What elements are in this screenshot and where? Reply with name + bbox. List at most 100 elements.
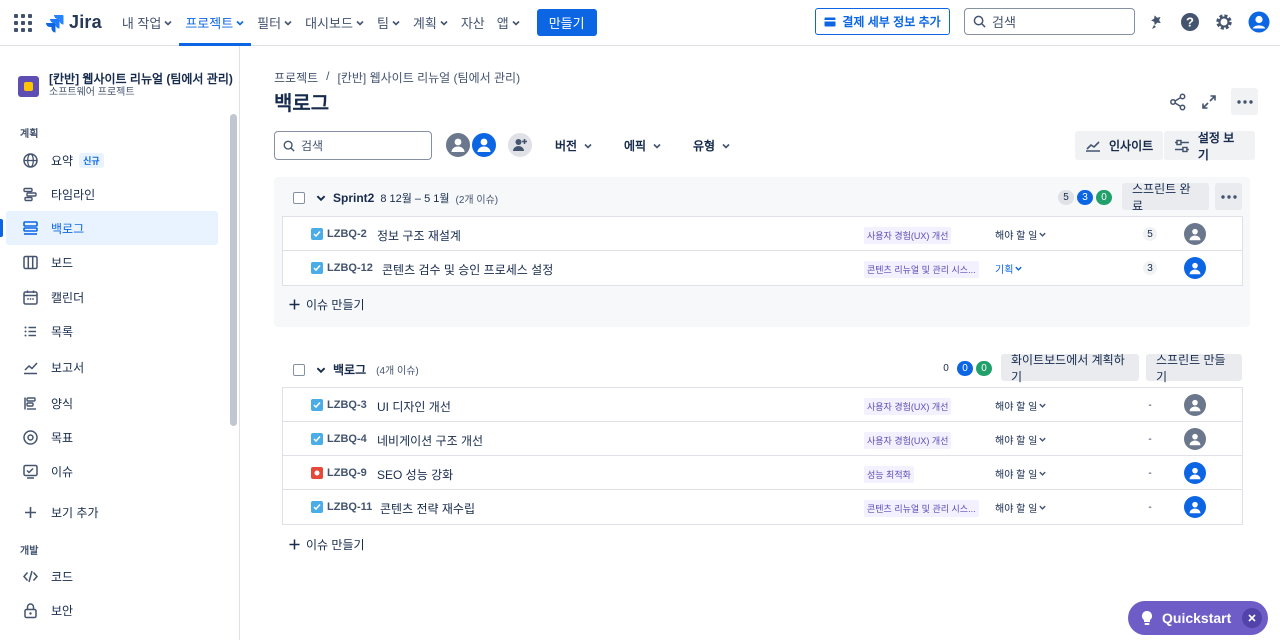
issue-key[interactable]: LZBQ-9 — [327, 467, 367, 479]
view-settings-button[interactable]: 설정 보기 — [1164, 131, 1255, 162]
assignee-filter-avatar-2[interactable] — [470, 131, 498, 159]
status-dropdown[interactable]: 해야 할 일 — [995, 227, 1047, 242]
nav-item-7[interactable]: 앱 — [491, 0, 527, 46]
sidebar-item-3[interactable]: 보드 — [6, 245, 218, 279]
story-points-badge[interactable]: - — [1143, 398, 1157, 412]
assignee-avatar[interactable] — [1184, 223, 1206, 245]
notifications-icon[interactable] — [1148, 13, 1166, 31]
status-dropdown[interactable]: 해야 할 일 — [995, 500, 1047, 515]
backlog-search-input[interactable]: 검색 — [274, 131, 432, 160]
issue-row[interactable]: LZBQ-3 UI 디자인 개선 사용자 경험(UX) 개선 해야 할 일 - — [283, 388, 1242, 422]
sidebar-item-4[interactable]: 캘린더 — [6, 280, 218, 314]
sprint-select-checkbox[interactable] — [293, 192, 305, 204]
issue-key[interactable]: LZBQ-11 — [327, 501, 372, 513]
sidebar-item-7[interactable]: 양식 — [6, 386, 218, 420]
backlog-name[interactable]: 백로그 — [333, 361, 366, 378]
story-points-badge[interactable]: 3 — [1143, 261, 1157, 275]
share-icon[interactable] — [1169, 93, 1187, 111]
insights-button[interactable]: 인사이트 — [1075, 131, 1164, 160]
nav-item-0[interactable]: 내 작업 — [116, 0, 180, 46]
chevron-down-icon[interactable] — [315, 364, 327, 376]
type-filter-button[interactable]: 유형 — [693, 131, 731, 160]
nav-item-5[interactable]: 계획 — [407, 0, 455, 46]
status-dropdown[interactable]: 해야 할 일 — [995, 432, 1047, 447]
issue-summary[interactable]: 정보 구조 재설계 — [377, 227, 461, 244]
fullscreen-icon[interactable] — [1201, 94, 1217, 110]
chevron-down-icon[interactable] — [315, 192, 327, 204]
issue-summary[interactable]: SEO 성능 강화 — [377, 466, 453, 483]
sidebar-item-0[interactable]: 요약 신규 — [6, 143, 218, 177]
nav-item-2[interactable]: 필터 — [251, 0, 299, 46]
sidebar-item-11[interactable]: 코드 — [6, 559, 218, 593]
epic-lozenge[interactable]: 사용자 경험(UX) 개선 — [864, 432, 952, 449]
sidebar-item-1[interactable]: 타임라인 — [6, 177, 218, 211]
jira-logo[interactable]: Jira — [44, 12, 102, 33]
issue-summary[interactable]: 네비게이션 구조 개선 — [377, 432, 483, 449]
issue-row[interactable]: LZBQ-9 SEO 성능 강화 성능 최적화 해야 할 일 - — [283, 456, 1242, 490]
story-points-badge[interactable]: - — [1143, 466, 1157, 480]
nav-item-4[interactable]: 팀 — [371, 0, 407, 46]
sidebar-scrollbar[interactable] — [230, 114, 237, 426]
more-actions-button[interactable] — [1231, 88, 1258, 115]
issue-key[interactable]: LZBQ-4 — [327, 433, 367, 445]
project-header[interactable]: [칸반] 웹사이트 리뉴얼 (팀에서 관리) 소프트웨어 프로젝트 — [18, 72, 233, 99]
nav-item-6[interactable]: 자산 — [455, 0, 491, 46]
assignee-avatar[interactable] — [1184, 428, 1206, 450]
breadcrumb-project[interactable]: [칸반] 웹사이트 리뉴얼 (팀에서 관리) — [338, 69, 521, 86]
issue-row[interactable]: LZBQ-2 정보 구조 재설계 사용자 경험(UX) 개선 해야 할 일 5 — [283, 217, 1242, 251]
global-search-input[interactable]: 검색 — [964, 8, 1135, 35]
sprint-more-button[interactable] — [1215, 183, 1242, 210]
complete-sprint-button[interactable]: 스프린트 완료 — [1122, 182, 1209, 213]
story-points-badge[interactable]: - — [1143, 432, 1157, 446]
sidebar-item-10[interactable]: 보기 추가 — [6, 495, 218, 529]
status-dropdown[interactable]: 해야 할 일 — [995, 398, 1047, 413]
backlog-select-checkbox[interactable] — [293, 363, 305, 376]
sidebar-item-2[interactable]: 백로그 — [0, 211, 218, 245]
issue-key[interactable]: LZBQ-2 — [327, 228, 367, 240]
epic-lozenge[interactable]: 성능 최적화 — [864, 466, 914, 483]
story-points-badge[interactable]: 5 — [1143, 227, 1157, 241]
app-switcher-icon[interactable] — [12, 12, 34, 34]
sidebar-item-12[interactable]: 보안 — [6, 593, 218, 627]
profile-avatar-icon[interactable] — [1248, 11, 1270, 33]
sprint-create-issue-button[interactable]: 이슈 만들기 — [289, 296, 365, 313]
create-sprint-button[interactable]: 스프린트 만들기 — [1146, 353, 1242, 384]
issue-summary[interactable]: UI 디자인 개선 — [377, 398, 451, 415]
issue-summary[interactable]: 콘텐츠 검수 및 승인 프로세스 설정 — [382, 261, 553, 278]
sidebar-item-8[interactable]: 목표 — [6, 420, 218, 454]
help-icon[interactable]: ? — [1180, 12, 1200, 32]
add-people-button[interactable] — [506, 131, 534, 159]
assignee-filter-avatar-1[interactable] — [444, 131, 472, 159]
sidebar-item-6[interactable]: 보고서 — [6, 350, 218, 384]
nav-item-1[interactable]: 프로젝트 — [179, 0, 252, 46]
settings-gear-icon[interactable] — [1214, 12, 1234, 32]
issue-key[interactable]: LZBQ-3 — [327, 399, 367, 411]
quickstart-close-button[interactable] — [1242, 608, 1262, 628]
quickstart-button[interactable]: Quickstart — [1128, 601, 1268, 635]
assignee-avatar[interactable] — [1184, 462, 1206, 484]
assignee-avatar[interactable] — [1184, 394, 1206, 416]
issue-row[interactable]: LZBQ-4 네비게이션 구조 개선 사용자 경험(UX) 개선 해야 할 일 - — [283, 422, 1242, 456]
issue-key[interactable]: LZBQ-12 — [327, 262, 373, 274]
assignee-avatar[interactable] — [1184, 257, 1206, 279]
sidebar-item-5[interactable]: 목록 — [6, 314, 218, 348]
assignee-avatar[interactable] — [1184, 496, 1206, 518]
epic-filter-button[interactable]: 에픽 — [624, 131, 662, 160]
nav-item-3[interactable]: 대시보드 — [299, 0, 371, 46]
issue-row[interactable]: LZBQ-11 콘텐츠 전략 재수립 콘텐츠 리뉴얼 및 관리 시스... 해야 할 … — [283, 490, 1242, 524]
issue-row[interactable]: LZBQ-12 콘텐츠 검수 및 승인 프로세스 설정 콘텐츠 리뉴얼 및 관리 시… — [283, 251, 1242, 285]
version-filter-button[interactable]: 버전 — [555, 131, 593, 160]
billing-details-button[interactable]: 결제 세부 정보 추가 — [815, 8, 950, 35]
sidebar-item-9[interactable]: 이슈 — [6, 454, 218, 488]
epic-lozenge[interactable]: 콘텐츠 리뉴얼 및 관리 시스... — [864, 500, 979, 517]
create-button[interactable]: 만들기 — [536, 9, 597, 36]
story-points-badge[interactable]: - — [1143, 500, 1157, 514]
epic-lozenge[interactable]: 사용자 경험(UX) 개선 — [864, 227, 952, 244]
status-dropdown[interactable]: 기획 — [995, 261, 1023, 276]
status-dropdown[interactable]: 해야 할 일 — [995, 466, 1047, 481]
plan-on-whiteboard-button[interactable]: 화이트보드에서 계획하기 — [1001, 353, 1139, 384]
epic-lozenge[interactable]: 콘텐츠 리뉴얼 및 관리 시스... — [864, 261, 979, 278]
epic-lozenge[interactable]: 사용자 경험(UX) 개선 — [864, 398, 952, 415]
breadcrumb-projects[interactable]: 프로젝트 — [274, 69, 318, 86]
sprint-name[interactable]: Sprint2 — [333, 191, 374, 205]
